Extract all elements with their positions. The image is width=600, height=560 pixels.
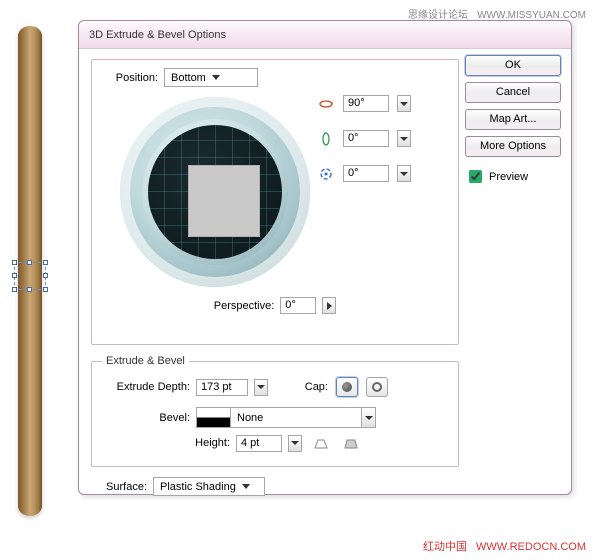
button-column: OK Cancel Map Art... More Options Previe… xyxy=(465,55,561,186)
watermark-top: 思缘设计论坛 WWW.MISSYUAN.COM xyxy=(402,6,586,21)
bevel-extent-out-button[interactable] xyxy=(340,434,362,452)
cap-off-button[interactable] xyxy=(366,377,388,397)
rotate-y-stepper[interactable] xyxy=(397,130,411,147)
rotate-z-icon xyxy=(317,166,335,182)
chevron-down-icon xyxy=(212,75,220,80)
extrude-depth-label: Extrude Depth: xyxy=(102,381,190,393)
ok-button[interactable]: OK xyxy=(465,55,561,76)
rotate-z-input[interactable]: 0° xyxy=(343,165,389,182)
perspective-label: Perspective: xyxy=(214,300,275,312)
rotate-x-icon xyxy=(317,96,335,112)
rotation-preview-trackball[interactable] xyxy=(110,97,330,297)
height-stepper[interactable] xyxy=(288,435,302,452)
height-label: Height: xyxy=(102,437,230,449)
cap-label: Cap: xyxy=(288,381,328,393)
map-art-button[interactable]: Map Art... xyxy=(465,109,561,130)
perspective-stepper[interactable] xyxy=(322,297,336,314)
rotate-x-input[interactable]: 90° xyxy=(343,95,389,112)
watermark-bottom-text: 红动中国 xyxy=(423,541,467,553)
position-label: Position: xyxy=(102,72,158,84)
position-value: Bottom xyxy=(171,72,206,84)
preview-checkbox-row[interactable]: Preview xyxy=(465,167,561,186)
rotate-y-input[interactable]: 0° xyxy=(343,130,389,147)
bevel-extent-in-button[interactable] xyxy=(310,434,332,452)
extrude-depth-stepper[interactable] xyxy=(254,379,268,396)
rotate-z-stepper[interactable] xyxy=(397,165,411,182)
bevel-swatch xyxy=(197,408,231,427)
dialog-titlebar[interactable]: 3D Extrude & Bevel Options xyxy=(79,21,571,49)
bevel-chevron xyxy=(361,408,375,427)
cancel-button[interactable]: Cancel xyxy=(465,82,561,103)
bevel-label: Bevel: xyxy=(102,412,190,424)
watermark-bottom-url: WWW.REDOCN.COM xyxy=(476,541,586,553)
surface-dropdown[interactable]: Plastic Shading xyxy=(153,477,265,496)
position-dropdown[interactable]: Bottom xyxy=(164,68,258,87)
perspective-input[interactable]: 0° xyxy=(280,297,316,314)
dialog-title: 3D Extrude & Bevel Options xyxy=(89,29,226,41)
height-input[interactable]: 4 pt xyxy=(236,435,282,452)
more-options-button[interactable]: More Options xyxy=(465,136,561,157)
rotate-y-icon xyxy=(317,131,335,147)
watermark-bottom: 红动中国 WWW.REDOCN.COM xyxy=(417,538,586,554)
bevel-value: None xyxy=(231,412,361,424)
extrude-legend: Extrude & Bevel xyxy=(102,355,189,367)
extrude-bevel-fieldset: Extrude & Bevel Extrude Depth: 173 pt Ca… xyxy=(91,355,459,467)
dialog-3d-extrude-bevel: 3D Extrude & Bevel Options OK Cancel Map… xyxy=(78,20,572,495)
preview-checkbox[interactable] xyxy=(469,170,482,183)
cap-solid-icon xyxy=(342,382,352,392)
surface-label: Surface: xyxy=(91,481,147,493)
surface-value: Plastic Shading xyxy=(160,481,236,493)
bevel-dropdown[interactable]: None xyxy=(196,407,376,428)
cap-hollow-icon xyxy=(372,382,382,392)
extrude-depth-input[interactable]: 173 pt xyxy=(196,379,248,396)
rotate-x-stepper[interactable] xyxy=(397,95,411,112)
position-fieldset: Position: Bottom 90° 0° xyxy=(91,59,459,345)
selection-bounding-box[interactable] xyxy=(14,262,46,290)
cap-on-button[interactable] xyxy=(336,377,358,397)
preview-label: Preview xyxy=(489,171,528,183)
chevron-down-icon xyxy=(242,484,250,489)
